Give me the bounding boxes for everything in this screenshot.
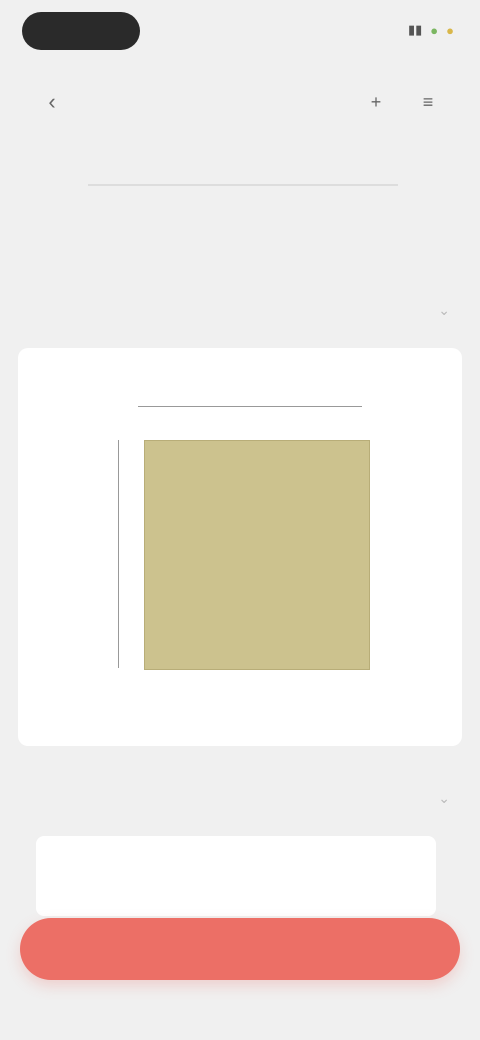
dynamic-island	[22, 12, 140, 50]
chevron-down-icon[interactable]: ⌄	[438, 790, 450, 807]
primary-button[interactable]	[20, 918, 460, 980]
progress-track	[88, 184, 398, 186]
chevron-left-icon[interactable]: ‹	[38, 88, 66, 116]
signal-icon: ▮▮	[407, 22, 423, 37]
progress-row	[0, 160, 480, 208]
status-icons: ▮▮ ● ●	[408, 22, 454, 38]
top-dimension-line	[138, 406, 362, 407]
notes-text	[36, 836, 436, 916]
wifi-icon: ●	[430, 22, 439, 38]
app-screen: ▮▮ ● ● ‹ + ≡ ⌄ ⌄	[0, 0, 480, 1040]
menu-icon[interactable]: ≡	[414, 88, 442, 116]
status-bar: ▮▮ ● ●	[0, 0, 480, 62]
board-shape[interactable]	[144, 440, 370, 670]
left-dimension-line	[118, 440, 119, 668]
diagram-card	[18, 348, 462, 746]
chevron-down-icon[interactable]: ⌄	[438, 302, 450, 319]
nav-bar: ‹ + ≡	[0, 76, 480, 130]
battery-icon: ●	[446, 22, 454, 38]
plus-icon[interactable]: +	[362, 88, 390, 116]
